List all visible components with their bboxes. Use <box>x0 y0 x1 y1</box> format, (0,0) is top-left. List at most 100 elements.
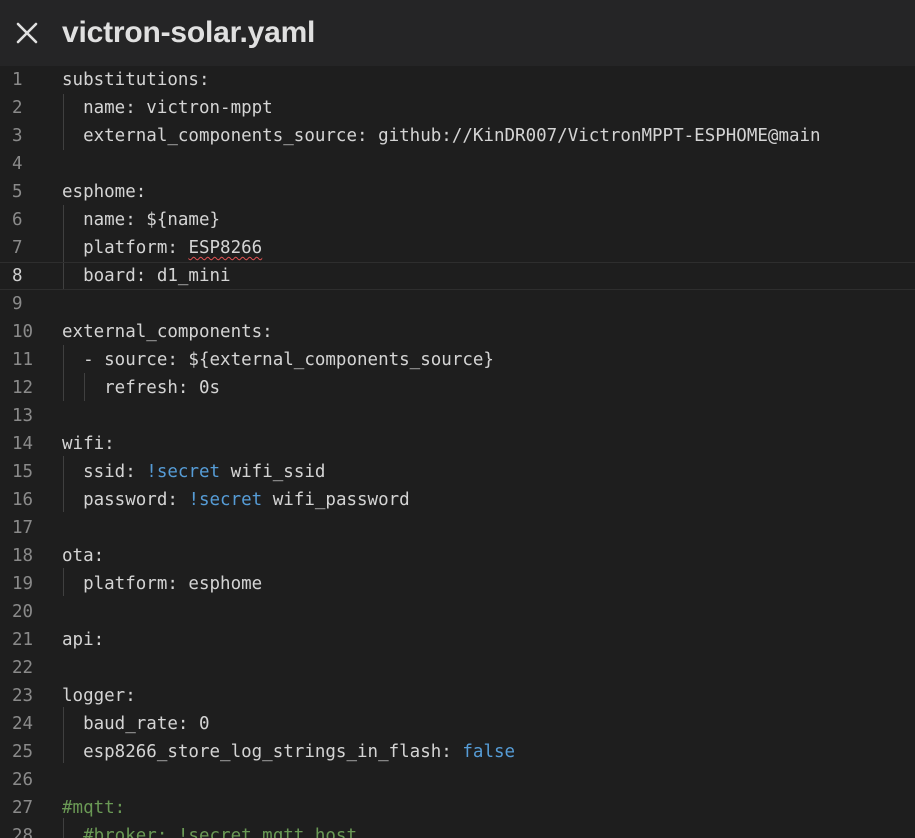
code-line[interactable]: 10 external_components: <box>0 318 915 346</box>
code-editor[interactable]: 1 substitutions: 2 name: victron-mppt 3 ext… <box>0 66 915 838</box>
line-number: 15 <box>12 462 34 482</box>
code-token: ota: <box>62 546 105 566</box>
line-code: wifi: <box>62 430 115 458</box>
code-line[interactable]: 12 refresh: 0s <box>0 374 915 402</box>
line-number: 11 <box>12 350 34 370</box>
code-token: api: <box>62 630 105 650</box>
line-number: 10 <box>12 322 34 342</box>
line-number: 12 <box>12 378 34 398</box>
code-line[interactable]: 11 - source: ${external_components_sourc… <box>0 346 915 374</box>
code-token: logger: <box>62 686 136 706</box>
code-token: wifi: <box>62 434 115 454</box>
line-code: ssid: !secret wifi_ssid <box>62 458 325 486</box>
code-line[interactable]: 22 <box>0 654 915 682</box>
code-line[interactable]: 1 substitutions: <box>0 66 915 94</box>
code-token: ssid: <box>62 462 147 482</box>
code-token: platform: <box>62 238 189 258</box>
title-bar: victron-solar.yaml <box>0 0 915 66</box>
line-number: 23 <box>12 686 34 706</box>
code-token: board: d1_mini <box>62 266 231 286</box>
line-number: 6 <box>12 210 23 230</box>
code-line[interactable]: 25 esp8266_store_log_strings_in_flash: f… <box>0 738 915 766</box>
line-code: password: !secret wifi_password <box>62 486 410 514</box>
code-token: platform: esphome <box>62 574 263 594</box>
code-token: esp8266_store_log_strings_in_flash: <box>62 742 463 762</box>
code-line[interactable]: 19 platform: esphome <box>0 570 915 598</box>
line-number: 13 <box>12 406 34 426</box>
line-number: 9 <box>12 294 23 314</box>
line-number: 5 <box>12 182 23 202</box>
code-token: refresh: 0s <box>62 378 221 398</box>
line-code: esphome: <box>62 178 146 206</box>
code-line[interactable]: 16 password: !secret wifi_password <box>0 486 915 514</box>
error-token: ESP8266 <box>188 238 263 258</box>
line-code: - source: ${external_components_source} <box>62 346 494 374</box>
line-number: 27 <box>12 798 34 818</box>
line-code: name: victron-mppt <box>62 94 273 122</box>
line-number: 3 <box>12 126 23 146</box>
code-line[interactable]: 15 ssid: !secret wifi_ssid <box>0 458 915 486</box>
code-token: name: victron-mppt <box>62 98 273 118</box>
code-line[interactable]: 3 external_components_source: github://K… <box>0 122 915 150</box>
line-number: 18 <box>12 546 34 566</box>
line-number: 2 <box>12 98 23 118</box>
line-number: 17 <box>12 518 34 538</box>
line-number: 24 <box>12 714 34 734</box>
line-number: 7 <box>12 238 23 258</box>
code-token: substitutions: <box>62 70 210 90</box>
code-line[interactable]: 24 baud_rate: 0 <box>0 710 915 738</box>
line-code: platform: esphome <box>62 570 262 598</box>
line-number: 20 <box>12 602 34 622</box>
code-line[interactable]: 4 <box>0 150 915 178</box>
code-token: - source: ${external_components_source} <box>62 350 494 370</box>
code-line[interactable]: 26 <box>0 766 915 794</box>
line-number: 1 <box>12 70 23 90</box>
line-number: 4 <box>12 154 23 174</box>
line-code: substitutions: <box>62 66 210 94</box>
code-line[interactable]: 7 platform: ESP8266 <box>0 234 915 262</box>
code-line[interactable]: 17 <box>0 514 915 542</box>
code-token: password: <box>62 490 189 510</box>
line-code: baud_rate: 0 <box>62 710 210 738</box>
close-icon <box>16 22 38 44</box>
comment-token: #broker: !secret mqtt_host <box>62 826 358 838</box>
code-token: baud_rate: 0 <box>62 714 210 734</box>
code-token: wifi_password <box>262 490 410 510</box>
code-line[interactable]: 21 api: <box>0 626 915 654</box>
code-line[interactable]: 14 wifi: <box>0 430 915 458</box>
line-code: platform: ESP8266 <box>62 234 262 262</box>
close-button[interactable] <box>14 20 40 46</box>
line-code: external_components: <box>62 318 273 346</box>
line-code: #broker: !secret mqtt_host <box>62 822 357 838</box>
line-code: board: d1_mini <box>62 262 231 290</box>
code-line[interactable]: 6 name: ${name} <box>0 206 915 234</box>
comment-token: #mqtt: <box>62 798 126 818</box>
code-line[interactable]: 18 ota: <box>0 542 915 570</box>
code-line[interactable]: 28 #broker: !secret mqtt_host <box>0 822 915 838</box>
code-token: external_components: <box>62 322 273 342</box>
line-number: 21 <box>12 630 34 650</box>
code-line[interactable]: 8 board: d1_mini <box>0 262 915 290</box>
code-token: wifi_ssid <box>220 462 326 482</box>
code-line[interactable]: 27 #mqtt: <box>0 794 915 822</box>
line-code: name: ${name} <box>62 206 220 234</box>
line-number: 14 <box>12 434 34 454</box>
code-line[interactable]: 13 <box>0 402 915 430</box>
line-code: api: <box>62 626 104 654</box>
code-line[interactable]: 23 logger: <box>0 682 915 710</box>
line-number: 25 <box>12 742 34 762</box>
keyword-token: false <box>462 742 516 762</box>
keyword-token: !secret <box>146 462 221 482</box>
code-line[interactable]: 20 <box>0 598 915 626</box>
line-number: 19 <box>12 574 34 594</box>
code-line[interactable]: 2 name: victron-mppt <box>0 94 915 122</box>
code-token: external_components_source: github://Kin… <box>62 126 821 146</box>
code-line[interactable]: 9 <box>0 290 915 318</box>
code-line[interactable]: 5 esphome: <box>0 178 915 206</box>
line-number: 16 <box>12 490 34 510</box>
line-code: refresh: 0s <box>62 374 220 402</box>
line-code: esp8266_store_log_strings_in_flash: fals… <box>62 738 515 766</box>
line-code: ota: <box>62 542 104 570</box>
line-number: 28 <box>12 826 34 838</box>
line-number: 26 <box>12 770 34 790</box>
